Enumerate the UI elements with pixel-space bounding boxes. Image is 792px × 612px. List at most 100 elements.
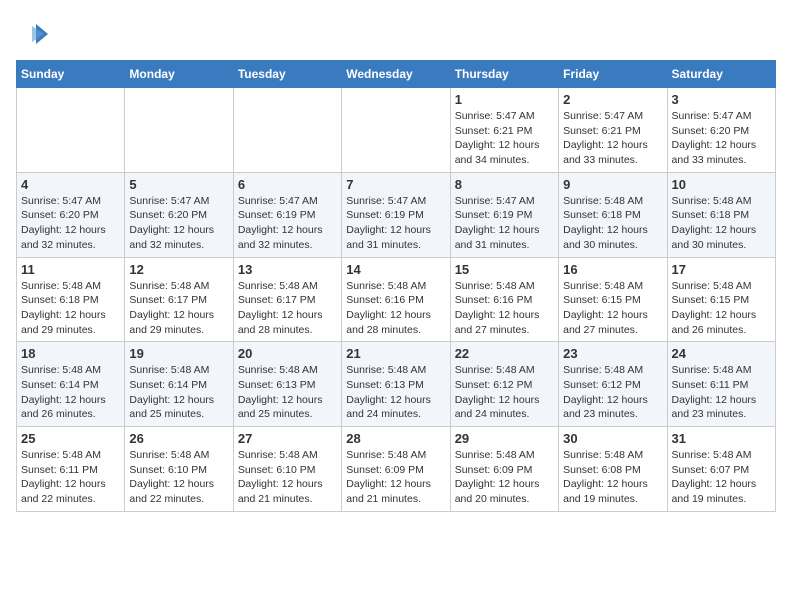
- day-info: Sunrise: 5:47 AMSunset: 6:19 PMDaylight:…: [238, 194, 337, 253]
- calendar-cell: 31 Sunrise: 5:48 AMSunset: 6:07 PMDayligh…: [667, 427, 775, 512]
- calendar-cell: 1Sunrise: 5:47 AMSunset: 6:21 PMDaylight…: [450, 88, 558, 173]
- calendar-cell: 16 Sunrise: 5:48 AMSunset: 6:15 PMDayligh…: [559, 257, 667, 342]
- day-info: Sunrise: 5:47 AMSunset: 6:20 PMDaylight:…: [21, 194, 120, 253]
- calendar-cell: [17, 88, 125, 173]
- weekday-friday: Friday: [559, 61, 667, 88]
- day-info: Sunrise: 5:48 AMSunset: 6:12 PMDaylight:…: [563, 363, 662, 422]
- calendar-week-4: 25 Sunrise: 5:48 AMSunset: 6:11 PMDayligh…: [17, 427, 776, 512]
- day-number: 31: [672, 431, 771, 446]
- day-info: Sunrise: 5:48 AMSunset: 6:18 PMDaylight:…: [672, 194, 771, 253]
- day-number: 20: [238, 346, 337, 361]
- day-number: 21: [346, 346, 445, 361]
- calendar-week-2: 11 Sunrise: 5:48 AMSunset: 6:18 PMDayligh…: [17, 257, 776, 342]
- day-info: Sunrise: 5:48 AMSunset: 6:13 PMDaylight:…: [238, 363, 337, 422]
- day-number: 16: [563, 262, 662, 277]
- calendar-cell: 26 Sunrise: 5:48 AMSunset: 6:10 PMDayligh…: [125, 427, 233, 512]
- day-number: 27: [238, 431, 337, 446]
- day-number: 29: [455, 431, 554, 446]
- calendar-cell: 27 Sunrise: 5:48 AMSunset: 6:10 PMDayligh…: [233, 427, 341, 512]
- calendar-cell: 21 Sunrise: 5:48 AMSunset: 6:13 PMDayligh…: [342, 342, 450, 427]
- day-number: 5: [129, 177, 228, 192]
- day-number: 14: [346, 262, 445, 277]
- day-number: 22: [455, 346, 554, 361]
- day-number: 19: [129, 346, 228, 361]
- day-number: 3: [672, 92, 771, 107]
- calendar-cell: 7 Sunrise: 5:47 AMSunset: 6:19 PMDaylight…: [342, 172, 450, 257]
- calendar-cell: 6 Sunrise: 5:47 AMSunset: 6:19 PMDaylight…: [233, 172, 341, 257]
- weekday-monday: Monday: [125, 61, 233, 88]
- calendar-cell: 18 Sunrise: 5:48 AMSunset: 6:14 PMDayligh…: [17, 342, 125, 427]
- day-info: Sunrise: 5:47 AMSunset: 6:21 PMDaylight:…: [455, 109, 554, 168]
- weekday-header-row: SundayMondayTuesdayWednesdayThursdayFrid…: [17, 61, 776, 88]
- day-info: Sunrise: 5:48 AMSunset: 6:17 PMDaylight:…: [129, 279, 228, 338]
- weekday-sunday: Sunday: [17, 61, 125, 88]
- calendar-cell: 11 Sunrise: 5:48 AMSunset: 6:18 PMDayligh…: [17, 257, 125, 342]
- calendar-week-0: 1Sunrise: 5:47 AMSunset: 6:21 PMDaylight…: [17, 88, 776, 173]
- day-number: 10: [672, 177, 771, 192]
- day-info: Sunrise: 5:47 AMSunset: 6:20 PMDaylight:…: [672, 109, 771, 168]
- calendar-cell: 28Sunrise: 5:48 AMSunset: 6:09 PMDayligh…: [342, 427, 450, 512]
- calendar-cell: [233, 88, 341, 173]
- day-info: Sunrise: 5:48 AMSunset: 6:09 PMDaylight:…: [455, 448, 554, 507]
- calendar-body: 1Sunrise: 5:47 AMSunset: 6:21 PMDaylight…: [17, 88, 776, 512]
- calendar-cell: 25 Sunrise: 5:48 AMSunset: 6:11 PMDayligh…: [17, 427, 125, 512]
- calendar-cell: 24Sunrise: 5:48 AMSunset: 6:11 PMDayligh…: [667, 342, 775, 427]
- day-number: 25: [21, 431, 120, 446]
- calendar-cell: 30Sunrise: 5:48 AMSunset: 6:08 PMDayligh…: [559, 427, 667, 512]
- day-number: 26: [129, 431, 228, 446]
- day-number: 9: [563, 177, 662, 192]
- weekday-saturday: Saturday: [667, 61, 775, 88]
- calendar-cell: 15 Sunrise: 5:48 AMSunset: 6:16 PMDayligh…: [450, 257, 558, 342]
- calendar-cell: 19 Sunrise: 5:48 AMSunset: 6:14 PMDayligh…: [125, 342, 233, 427]
- day-number: 6: [238, 177, 337, 192]
- day-info: Sunrise: 5:48 AMSunset: 6:15 PMDaylight:…: [563, 279, 662, 338]
- calendar-cell: 12 Sunrise: 5:48 AMSunset: 6:17 PMDayligh…: [125, 257, 233, 342]
- calendar-cell: 13 Sunrise: 5:48 AMSunset: 6:17 PMDayligh…: [233, 257, 341, 342]
- calendar-cell: 5Sunrise: 5:47 AMSunset: 6:20 PMDaylight…: [125, 172, 233, 257]
- day-info: Sunrise: 5:48 AMSunset: 6:17 PMDaylight:…: [238, 279, 337, 338]
- day-info: Sunrise: 5:48 AMSunset: 6:11 PMDaylight:…: [21, 448, 120, 507]
- day-number: 8: [455, 177, 554, 192]
- calendar-cell: 3 Sunrise: 5:47 AMSunset: 6:20 PMDaylight…: [667, 88, 775, 173]
- day-info: Sunrise: 5:47 AMSunset: 6:19 PMDaylight:…: [455, 194, 554, 253]
- logo-icon: [16, 16, 52, 52]
- calendar-cell: 9Sunrise: 5:48 AMSunset: 6:18 PMDaylight…: [559, 172, 667, 257]
- day-info: Sunrise: 5:48 AMSunset: 6:16 PMDaylight:…: [455, 279, 554, 338]
- day-number: 13: [238, 262, 337, 277]
- day-info: Sunrise: 5:47 AMSunset: 6:19 PMDaylight:…: [346, 194, 445, 253]
- calendar-cell: [125, 88, 233, 173]
- day-number: 12: [129, 262, 228, 277]
- day-number: 17: [672, 262, 771, 277]
- day-number: 18: [21, 346, 120, 361]
- day-number: 7: [346, 177, 445, 192]
- calendar-cell: 4Sunrise: 5:47 AMSunset: 6:20 PMDaylight…: [17, 172, 125, 257]
- calendar-cell: 8 Sunrise: 5:47 AMSunset: 6:19 PMDaylight…: [450, 172, 558, 257]
- day-number: 15: [455, 262, 554, 277]
- calendar-week-3: 18 Sunrise: 5:48 AMSunset: 6:14 PMDayligh…: [17, 342, 776, 427]
- day-number: 2: [563, 92, 662, 107]
- calendar-cell: 22 Sunrise: 5:48 AMSunset: 6:12 PMDayligh…: [450, 342, 558, 427]
- day-number: 11: [21, 262, 120, 277]
- calendar-week-1: 4Sunrise: 5:47 AMSunset: 6:20 PMDaylight…: [17, 172, 776, 257]
- calendar-cell: 17 Sunrise: 5:48 AMSunset: 6:15 PMDayligh…: [667, 257, 775, 342]
- day-info: Sunrise: 5:48 AMSunset: 6:07 PMDaylight:…: [672, 448, 771, 507]
- day-info: Sunrise: 5:48 AMSunset: 6:12 PMDaylight:…: [455, 363, 554, 422]
- logo: [16, 16, 54, 52]
- day-number: 30: [563, 431, 662, 446]
- weekday-thursday: Thursday: [450, 61, 558, 88]
- day-info: Sunrise: 5:48 AMSunset: 6:13 PMDaylight:…: [346, 363, 445, 422]
- day-info: Sunrise: 5:48 AMSunset: 6:18 PMDaylight:…: [21, 279, 120, 338]
- weekday-tuesday: Tuesday: [233, 61, 341, 88]
- day-info: Sunrise: 5:48 AMSunset: 6:10 PMDaylight:…: [129, 448, 228, 507]
- day-info: Sunrise: 5:48 AMSunset: 6:15 PMDaylight:…: [672, 279, 771, 338]
- day-info: Sunrise: 5:48 AMSunset: 6:09 PMDaylight:…: [346, 448, 445, 507]
- day-info: Sunrise: 5:48 AMSunset: 6:14 PMDaylight:…: [21, 363, 120, 422]
- day-info: Sunrise: 5:48 AMSunset: 6:14 PMDaylight:…: [129, 363, 228, 422]
- calendar-table: SundayMondayTuesdayWednesdayThursdayFrid…: [16, 60, 776, 512]
- day-info: Sunrise: 5:48 AMSunset: 6:11 PMDaylight:…: [672, 363, 771, 422]
- day-info: Sunrise: 5:48 AMSunset: 6:16 PMDaylight:…: [346, 279, 445, 338]
- calendar-cell: 14 Sunrise: 5:48 AMSunset: 6:16 PMDayligh…: [342, 257, 450, 342]
- page-header: [16, 16, 776, 52]
- calendar-cell: 29 Sunrise: 5:48 AMSunset: 6:09 PMDayligh…: [450, 427, 558, 512]
- day-info: Sunrise: 5:48 AMSunset: 6:10 PMDaylight:…: [238, 448, 337, 507]
